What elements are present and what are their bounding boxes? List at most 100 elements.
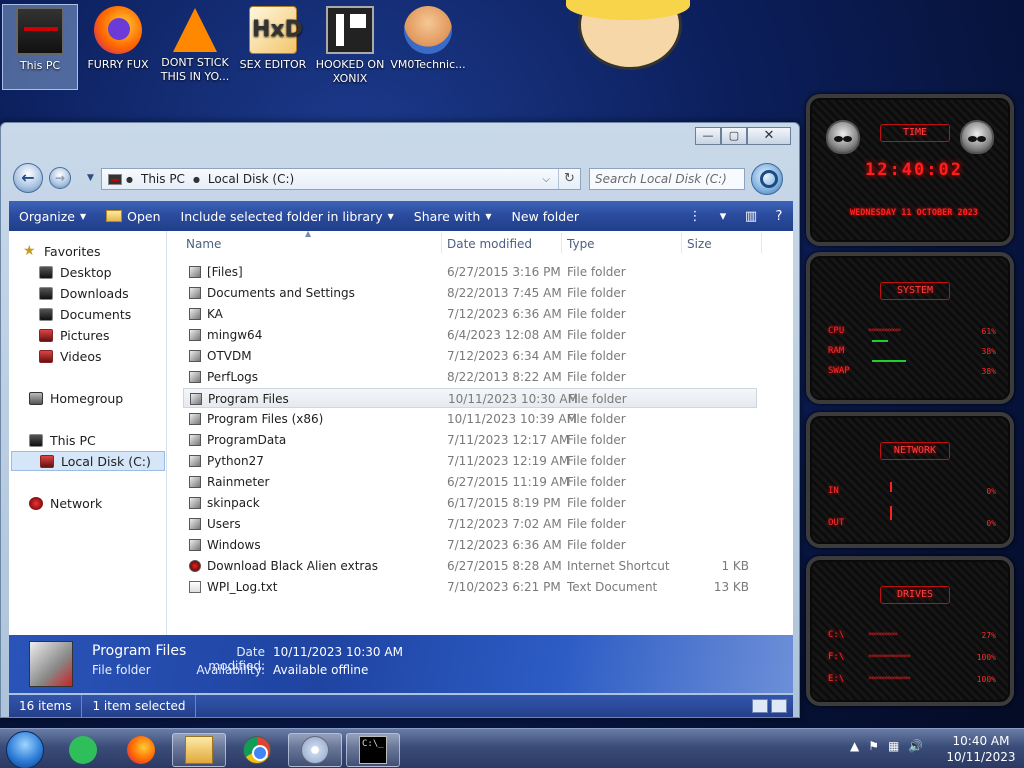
taskbar-app-explorer[interactable] — [172, 733, 226, 767]
desktop-icon-xonix[interactable]: HOOKED ON XONIX — [312, 4, 388, 90]
file-row[interactable]: ProgramData 7/11/2023 12:17 AM File folder — [183, 430, 757, 450]
search-icon[interactable] — [751, 163, 783, 195]
ram-value: 38% — [981, 347, 996, 356]
file-date: 7/11/2023 12:17 AM — [447, 433, 570, 447]
change-view-icon[interactable]: ⋮ — [681, 209, 709, 224]
file-row[interactable]: Windows 7/12/2023 6:36 AM File folder — [183, 535, 757, 555]
column-divider[interactable] — [561, 233, 562, 253]
drive-c-bar-icon: »»»»»»»»» — [868, 630, 898, 638]
file-row[interactable]: Program Files (x86) 10/11/2023 10:39 AM Fi… — [183, 409, 757, 429]
volume-icon[interactable]: 🔊 — [908, 739, 923, 753]
desktop-icon-label: HOOKED ON XONIX — [315, 58, 385, 85]
column-divider[interactable] — [761, 233, 762, 253]
file-row[interactable]: Documents and Settings 8/22/2013 7:45 AM F… — [183, 283, 757, 303]
desktop-icon-furry-fux[interactable]: FURRY FUX — [80, 4, 156, 90]
search-input[interactable]: Search Local Disk (C:) — [589, 168, 745, 190]
taskbar-app-cmd[interactable]: C:\_ — [346, 733, 400, 767]
nav-homegroup[interactable]: Homegroup — [29, 388, 123, 408]
nav-network[interactable]: Network — [29, 493, 102, 513]
file-name: Windows — [207, 538, 261, 552]
system-tray: ▲ ⚑ ▦ 🔊 — [850, 739, 932, 753]
preview-pane-icon[interactable]: ▥ — [737, 209, 765, 224]
column-header-name[interactable]: Name — [186, 237, 221, 251]
file-type: File folder — [567, 475, 626, 489]
arrow-right-icon: → — [54, 171, 66, 185]
navigation-pane[interactable]: ★ Favorites Desktop Downloads Documents P… — [9, 231, 167, 635]
large-icons-view-icon[interactable] — [771, 699, 787, 713]
file-row[interactable]: OTVDM 7/12/2023 6:34 AM File folder — [183, 346, 757, 366]
back-button[interactable]: ← — [13, 163, 43, 193]
details-view-icon[interactable] — [752, 699, 768, 713]
refresh-icon[interactable]: ↻ — [558, 169, 580, 189]
help-icon[interactable]: ? — [765, 209, 793, 224]
desktop-icon-label: FURRY FUX — [87, 58, 149, 71]
file-list[interactable]: ▲ Name Date modified Type Size [Files] 6/… — [175, 229, 793, 635]
chevron-down-icon: ▼ — [485, 211, 492, 221]
open-button[interactable]: Open — [96, 209, 170, 224]
close-button[interactable]: ✕ — [747, 127, 791, 145]
taskbar-app-firefox[interactable] — [114, 733, 168, 767]
file-size: 13 KB — [713, 580, 749, 594]
file-row[interactable]: PerfLogs 8/22/2013 8:22 AM File folder — [183, 367, 757, 387]
column-header-size[interactable]: Size — [687, 237, 712, 251]
nav-desktop[interactable]: Desktop — [39, 262, 112, 282]
column-header-type[interactable]: Type — [567, 237, 595, 251]
breadcrumb-this-pc[interactable]: This PC — [133, 172, 193, 186]
taskbar-clock[interactable]: 10:40 AM 10/11/2023 — [944, 733, 1018, 765]
nav-label: Downloads — [60, 285, 129, 301]
new-folder-button[interactable]: New folder — [502, 209, 590, 224]
file-row[interactable]: mingw64 6/4/2023 12:08 AM File folder — [183, 325, 757, 345]
include-in-library-button[interactable]: Include selected folder in library ▼ — [171, 209, 404, 224]
chevron-down-icon[interactable]: ▾ — [709, 209, 737, 224]
nav-videos[interactable]: Videos — [39, 346, 102, 366]
file-row[interactable]: skinpack 6/17/2015 8:19 PM File folder — [183, 493, 757, 513]
network-out-label: OUT — [828, 518, 845, 528]
file-type: File folder — [567, 265, 626, 279]
maximize-button[interactable]: ▢ — [721, 127, 747, 145]
forward-button[interactable]: → — [49, 167, 71, 189]
file-date: 6/27/2015 11:19 AM — [447, 475, 570, 489]
share-with-button[interactable]: Share with ▼ — [404, 209, 502, 224]
column-header-date[interactable]: Date modified — [447, 237, 532, 251]
file-row[interactable]: [Files] 6/27/2015 3:16 PM File folder — [183, 262, 757, 282]
column-divider[interactable] — [681, 233, 682, 253]
chevron-up-icon[interactable]: ▲ — [850, 739, 859, 753]
minimize-button[interactable]: — — [695, 127, 721, 145]
address-bar[interactable]: ● This PC ● Local Disk (C:) ⌵ ↻ — [101, 168, 581, 190]
start-orb-icon[interactable] — [6, 731, 44, 768]
file-type: Text Document — [567, 580, 658, 594]
desktop-icon-vlc[interactable]: DONT STICK THIS IN YO... — [157, 4, 233, 90]
window-controls: — ▢ ✕ — [695, 127, 791, 145]
file-row[interactable]: WPI_Log.txt 7/10/2023 6:21 PM Text Documen… — [183, 577, 757, 597]
taskbar-app-disc[interactable] — [288, 733, 342, 767]
taskbar-app-chrome[interactable] — [230, 733, 284, 767]
file-row[interactable]: Download Black Alien extras 6/27/2015 8:2… — [183, 556, 757, 576]
breadcrumb-local-disk[interactable]: Local Disk (C:) — [200, 172, 302, 186]
action-center-flag-icon[interactable]: ⚑ — [868, 739, 879, 753]
taskbar-app-green[interactable] — [56, 733, 110, 767]
nav-favorites[interactable]: ★ Favorites — [23, 241, 100, 261]
chevron-down-icon[interactable]: ⌵ — [542, 174, 550, 185]
firefox-icon — [127, 736, 155, 764]
recent-pages-dropdown[interactable]: ▼ — [87, 173, 94, 183]
file-row[interactable]: Users 7/12/2023 7:02 AM File folder — [183, 514, 757, 534]
desktop-icon-vm0technician[interactable]: VM0Technic... — [390, 4, 466, 90]
network-icon[interactable]: ▦ — [888, 739, 899, 753]
file-row[interactable]: Python27 7/11/2023 12:19 AM File folder — [183, 451, 757, 471]
nav-local-disk[interactable]: Local Disk (C:) — [11, 451, 165, 471]
file-row[interactable]: KA 7/12/2023 6:36 AM File folder — [183, 304, 757, 324]
nav-downloads[interactable]: Downloads — [39, 283, 129, 303]
drive-f-value: 100% — [976, 653, 996, 662]
desktop-icon-sex-editor[interactable]: SEX EDITOR — [235, 4, 311, 90]
organize-button[interactable]: Organize ▼ — [9, 209, 96, 224]
file-row[interactable]: Rainmeter 6/27/2015 11:19 AM File folder — [183, 472, 757, 492]
nav-this-pc[interactable]: This PC — [29, 430, 96, 450]
details-pane: Program Files File folder Date modified:… — [9, 635, 793, 693]
nav-documents[interactable]: Documents — [39, 304, 131, 324]
nav-pictures[interactable]: Pictures — [39, 325, 110, 345]
column-divider[interactable] — [441, 233, 442, 253]
file-row[interactable]: Program Files 10/11/2023 10:30 AM File fol… — [183, 388, 757, 408]
desktop-icon-this-pc[interactable]: This PC — [2, 4, 78, 90]
title-bar[interactable]: — ▢ ✕ — [1, 123, 799, 153]
ram-label: RAM — [828, 346, 845, 356]
